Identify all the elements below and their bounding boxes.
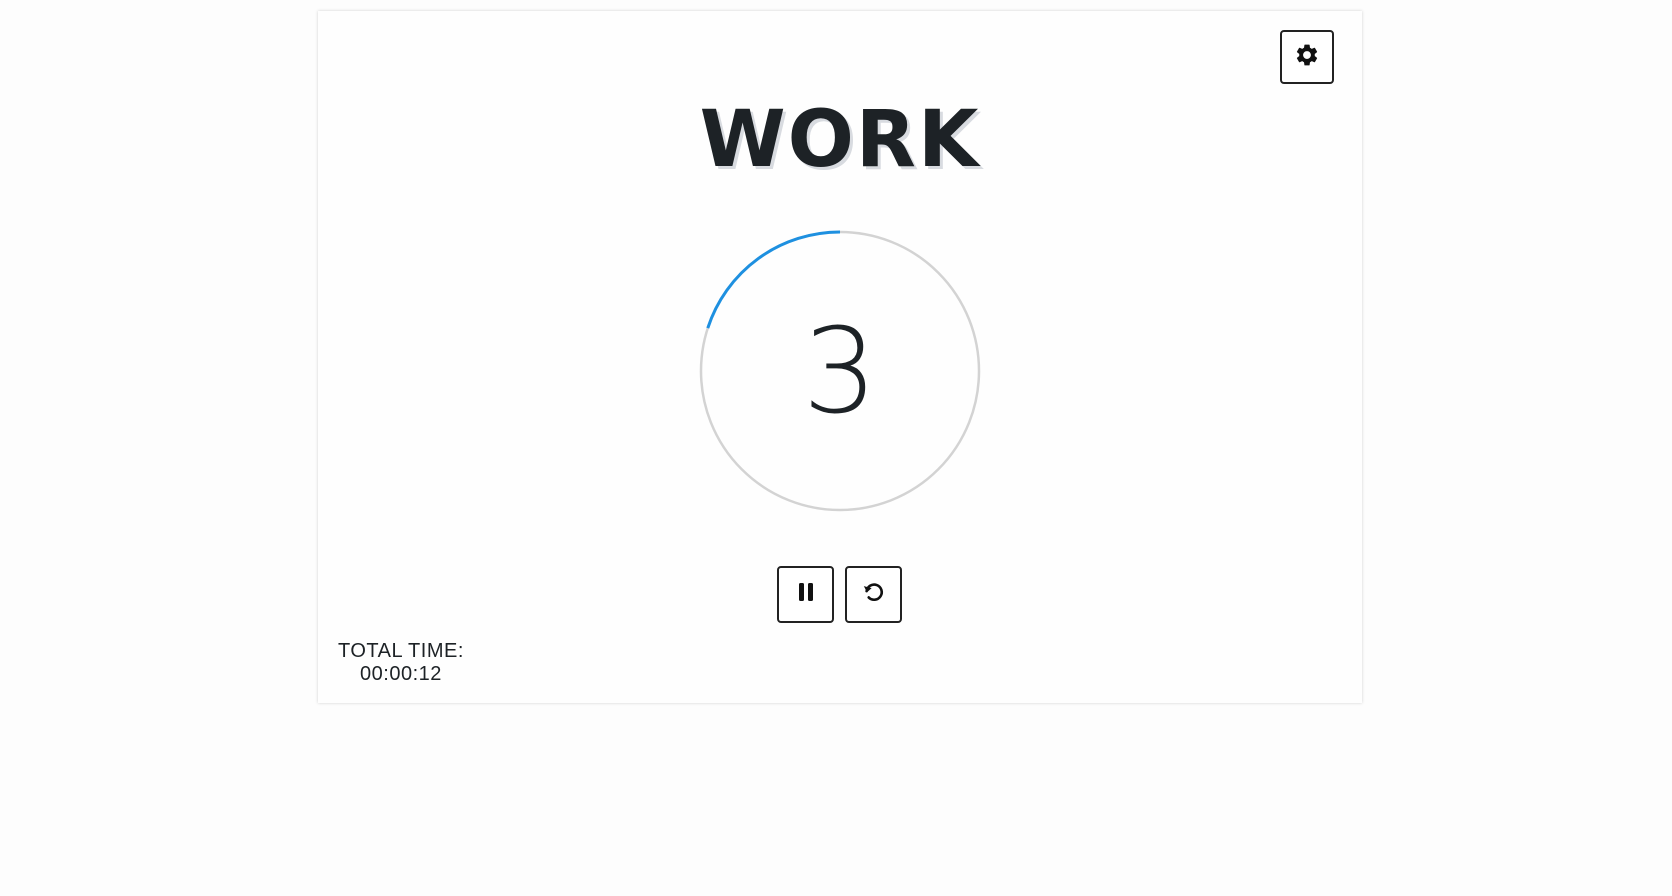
phase-title: WORK: [699, 95, 981, 185]
total-time-label: TOTAL TIME:: [338, 640, 464, 662]
reset-icon: [861, 579, 887, 610]
pause-button[interactable]: [777, 566, 834, 623]
total-time-value: 00:00:12: [360, 663, 442, 685]
gear-icon: [1294, 42, 1320, 73]
pause-icon: [797, 582, 815, 607]
settings-button[interactable]: [1280, 30, 1334, 84]
countdown-ring: 3: [699, 230, 981, 512]
reset-button[interactable]: [845, 566, 902, 623]
total-time: TOTAL TIME: 00:00:12: [338, 640, 464, 686]
timer-card: WORK 3 TOTAL TIME: 00:00:12: [318, 11, 1362, 703]
countdown-value: 3: [802, 302, 878, 440]
timer-controls: [777, 566, 902, 623]
